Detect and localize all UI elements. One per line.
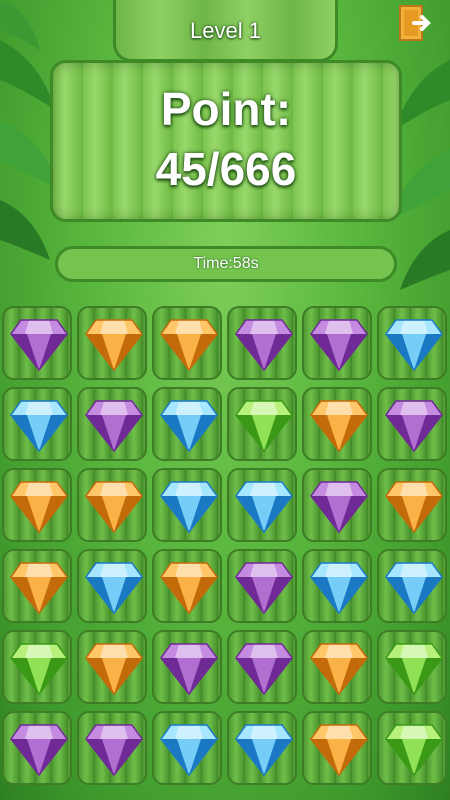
orange-gem-icon [160,319,218,372]
purple-gem-icon [235,319,293,372]
orange-gem-icon [160,562,218,615]
green-gem-icon [235,400,293,453]
green-gem-icon [10,643,68,696]
gem-tile[interactable] [302,387,372,461]
purple-gem-icon [160,643,218,696]
blue-gem-icon [10,400,68,453]
orange-gem-icon [310,643,368,696]
orange-gem-icon [310,400,368,453]
blue-gem-icon [385,319,443,372]
gem-tile[interactable] [227,387,297,461]
green-gem-icon [385,724,443,777]
orange-gem-icon [385,481,443,534]
blue-gem-icon [160,724,218,777]
gem-tile[interactable] [152,711,222,785]
exit-door-icon[interactable] [394,2,432,44]
gem-tile[interactable] [152,468,222,542]
orange-gem-icon [85,643,143,696]
gem-tile[interactable] [77,468,147,542]
blue-gem-icon [160,400,218,453]
purple-gem-icon [310,481,368,534]
gem-tile[interactable] [377,711,447,785]
gem-tile[interactable] [302,306,372,380]
blue-gem-icon [235,481,293,534]
purple-gem-icon [10,724,68,777]
gem-tile[interactable] [377,387,447,461]
gem-tile[interactable] [2,630,72,704]
gem-tile[interactable] [377,630,447,704]
score-value: 45/666 [155,143,297,195]
orange-gem-icon [310,724,368,777]
purple-gem-icon [385,400,443,453]
gem-tile[interactable] [227,468,297,542]
gem-tile[interactable] [302,468,372,542]
gem-tile[interactable] [227,711,297,785]
gem-tile[interactable] [152,306,222,380]
gem-tile[interactable] [2,711,72,785]
blue-gem-icon [85,562,143,615]
orange-gem-icon [85,481,143,534]
level-title: Level 1 [190,18,261,43]
gem-tile[interactable] [302,630,372,704]
gem-tile[interactable] [377,549,447,623]
gem-tile[interactable] [77,387,147,461]
gem-tile[interactable] [302,711,372,785]
blue-gem-icon [385,562,443,615]
orange-gem-icon [85,319,143,372]
blue-gem-icon [235,724,293,777]
gem-tile[interactable] [302,549,372,623]
orange-gem-icon [10,562,68,615]
gem-tile[interactable] [377,468,447,542]
gem-tile[interactable] [377,306,447,380]
blue-gem-icon [310,562,368,615]
gem-tile[interactable] [2,468,72,542]
purple-gem-icon [10,319,68,372]
purple-gem-icon [85,724,143,777]
score-label: Point: [160,83,292,135]
gem-tile[interactable] [77,630,147,704]
gem-board [0,306,450,800]
gem-tile[interactable] [227,306,297,380]
gem-tile[interactable] [77,711,147,785]
gem-tile[interactable] [152,387,222,461]
gem-tile[interactable] [227,549,297,623]
orange-gem-icon [10,481,68,534]
purple-gem-icon [85,400,143,453]
purple-gem-icon [235,562,293,615]
gem-tile[interactable] [152,630,222,704]
gem-tile[interactable] [77,549,147,623]
gem-tile[interactable] [77,306,147,380]
gem-tile[interactable] [2,387,72,461]
gem-tile[interactable] [227,630,297,704]
purple-gem-icon [235,643,293,696]
gem-tile[interactable] [2,549,72,623]
purple-gem-icon [310,319,368,372]
blue-gem-icon [160,481,218,534]
green-gem-icon [385,643,443,696]
gem-tile[interactable] [2,306,72,380]
timer-text: Time:58s [193,255,259,272]
gem-tile[interactable] [152,549,222,623]
